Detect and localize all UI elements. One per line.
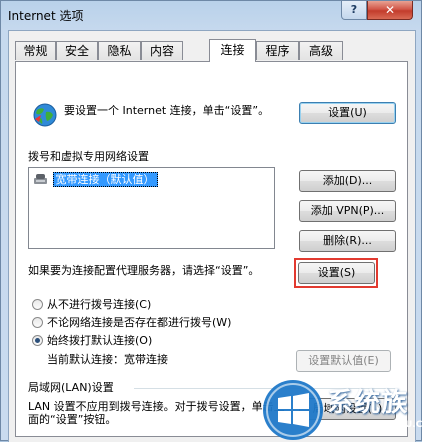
connection-list[interactable]: 宽带连接（默认值）	[28, 167, 275, 249]
tab-connections[interactable]: 连接	[209, 39, 256, 62]
title-bar[interactable]: Internet 选项 ? ✕	[1, 1, 421, 30]
proxy-text: 如果要为连接配置代理服务器，请选择“设置”。	[28, 264, 260, 277]
window-title: Internet 选项	[8, 9, 84, 23]
tab-advanced[interactable]: 高级	[299, 41, 343, 60]
setup-text: 要设置一个 Internet 连接，单击“设置”。	[64, 104, 270, 117]
site-watermark: 系统族 WWW.XITONGZU.COM	[259, 374, 422, 442]
phone-modem-icon	[34, 174, 47, 184]
current-default-text: 当前默认连接：宽带连接	[47, 353, 168, 366]
radio-always-dial-label: 始终拨打默认连接(O)	[47, 334, 153, 347]
list-item-label: 宽带连接（默认值）	[52, 172, 158, 187]
internet-options-window: Internet 选项 ? ✕ 常规 安全 隐私 内容 连接 程序 高级 要设置…	[0, 0, 422, 442]
tab-general[interactable]: 常规	[15, 41, 56, 60]
setup-button[interactable]: 设置(U)	[299, 102, 396, 124]
globe-network-icon	[33, 103, 57, 127]
add-vpn-button[interactable]: 添加 VPN(P)...	[299, 200, 396, 222]
dialup-heading: 拨号和虚拟专用网络设置	[28, 150, 149, 163]
tab-privacy[interactable]: 隐私	[98, 41, 141, 60]
radio-dial-whenever-label: 不论网络连接是否存在都进行拨号(W)	[47, 316, 232, 329]
tab-content[interactable]: 内容	[141, 41, 183, 60]
set-default-button[interactable]: 设置默认值(E)	[296, 350, 391, 372]
add-button[interactable]: 添加(D)...	[299, 170, 396, 192]
help-button[interactable]: ?	[341, 1, 367, 20]
radio-always-dial[interactable]	[32, 335, 43, 346]
watermark-url: WWW.XITONGZU.COM	[327, 420, 422, 430]
radio-never-dial-label: 从不进行拨号连接(C)	[47, 298, 152, 311]
watermark-brand: 系统族	[327, 388, 409, 418]
list-item[interactable]: 宽带连接（默认值）	[33, 172, 158, 188]
remove-button[interactable]: 删除(R)...	[299, 230, 396, 252]
settings-highlight-box	[294, 258, 378, 288]
close-button[interactable]: ✕	[367, 1, 413, 20]
radio-never-dial[interactable]	[32, 299, 43, 310]
radio-dial-whenever[interactable]	[32, 317, 43, 328]
lan-heading: 局域网(LAN)设置	[28, 381, 114, 394]
tab-programs[interactable]: 程序	[256, 41, 299, 60]
tab-security[interactable]: 安全	[56, 41, 98, 60]
lan-text: LAN 设置不应用到拨号连接。对于拨号设置，单击上面的“设置”按钮。	[28, 400, 285, 426]
